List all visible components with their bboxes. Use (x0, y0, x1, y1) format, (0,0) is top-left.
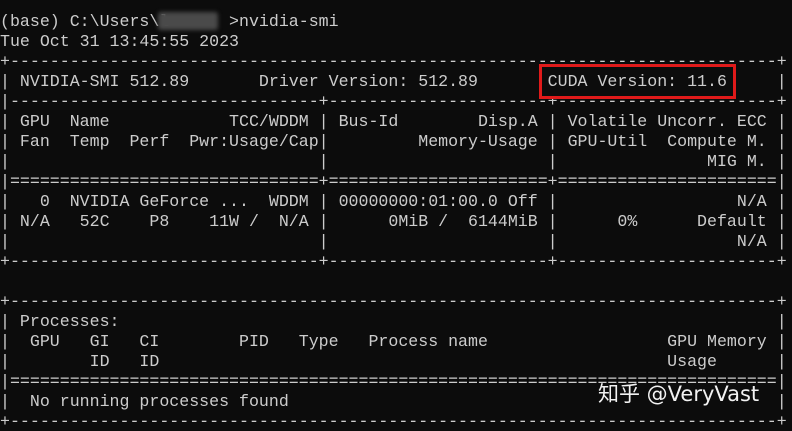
processes-title: | Processes: | (0, 312, 787, 331)
processes-header-2: | ID ID Usage | (0, 352, 787, 371)
processes-header-1: | GPU GI CI PID Type Process name GPU Me… (0, 332, 787, 351)
gpu-row-2: | N/A 52C P8 11W / N/A | 0MiB / 6144MiB … (0, 212, 787, 231)
terminal-window[interactable]: (base) C:\Users\l >nvidia-smi Tue Oct 31… (0, 0, 792, 431)
gpu-header-row-1: | GPU Name TCC/WDDM | Bus-Id Disp.A | Vo… (0, 112, 787, 131)
redacted-username (158, 12, 218, 30)
header-separator: |===============================+=======… (0, 172, 787, 191)
gpu-row-3: | | | N/A | (0, 232, 787, 251)
processes-border-bottom: +---------------------------------------… (0, 412, 787, 431)
watermark: 知乎 @VeryVast (598, 382, 760, 406)
gpu-row-1: | 0 NVIDIA GeForce ... WDDM | 00000000:0… (0, 192, 787, 211)
table-border-bottom: +-------------------------------+-------… (0, 252, 787, 271)
gpu-header-row-2: | Fan Temp Perf Pwr:Usage/Cap| Memory-Us… (0, 132, 787, 151)
cuda-version-highlight (539, 64, 736, 99)
gpu-header-row-3: | | | MIG M. | (0, 152, 787, 171)
timestamp-line: Tue Oct 31 13:45:55 2023 (0, 32, 239, 51)
processes-border-top: +---------------------------------------… (0, 292, 787, 311)
